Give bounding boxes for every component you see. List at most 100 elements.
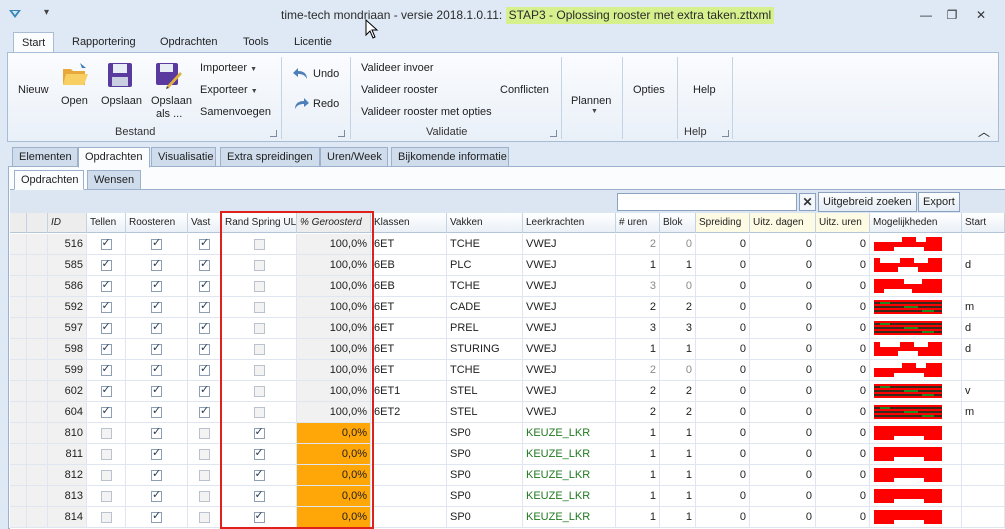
cell-blok[interactable]: 1: [660, 423, 696, 444]
cell-id[interactable]: 599: [48, 360, 87, 381]
cell-uitz-dagen[interactable]: 0: [750, 402, 816, 423]
col-blok[interactable]: Blok: [660, 213, 696, 233]
cell-id[interactable]: 812: [48, 465, 87, 486]
col-pct-geroosterd[interactable]: % Geroosterd: [297, 213, 371, 233]
col-uren[interactable]: # uren: [616, 213, 660, 233]
cell-uren[interactable]: 1: [616, 444, 660, 465]
cell-uitz-uren[interactable]: 0: [816, 339, 870, 360]
table-row[interactable]: 812 ✓ ✓ 0,0% SP0 KEUZE_LKR 1 1 0 0 0: [10, 465, 1005, 486]
checkbox-vast[interactable]: ✓: [199, 237, 210, 250]
checkbox-tellen[interactable]: [100, 491, 112, 502]
cell-klas[interactable]: [371, 444, 447, 465]
cell-vak[interactable]: STEL: [447, 402, 523, 423]
cell-spreiding[interactable]: 0: [696, 444, 750, 465]
cell-mogelijkheden[interactable]: [870, 402, 962, 423]
cell-pct[interactable]: 0,0%: [297, 444, 371, 465]
cell-pct[interactable]: 100,0%: [297, 297, 371, 318]
checkbox-vast[interactable]: ✓: [199, 258, 210, 271]
cell-uitz-dagen[interactable]: 0: [750, 486, 816, 507]
cell-id[interactable]: 597: [48, 318, 87, 339]
checkbox-vast[interactable]: [199, 428, 210, 439]
cell-id[interactable]: 810: [48, 423, 87, 444]
open-folder-icon[interactable]: [60, 60, 90, 90]
cell-uitz-uren[interactable]: 0: [816, 444, 870, 465]
checkbox-roosteren[interactable]: ✓: [151, 237, 162, 250]
opslaan-button[interactable]: Opslaan: [101, 95, 142, 107]
checkbox-vast[interactable]: ✓: [199, 321, 210, 334]
checkbox-roosteren[interactable]: ✓: [151, 489, 162, 502]
cell-leerkracht[interactable]: KEUZE_LKR: [523, 423, 616, 444]
cell-leerkracht[interactable]: VWEJ: [523, 339, 616, 360]
cell-pct[interactable]: 100,0%: [297, 276, 371, 297]
cell-blok[interactable]: 2: [660, 381, 696, 402]
checkbox-vast[interactable]: ✓: [199, 363, 210, 376]
valideer-invoer-button[interactable]: Valideer invoer: [361, 62, 434, 74]
save-as-icon[interactable]: [153, 60, 183, 90]
cell-uren[interactable]: 1: [616, 465, 660, 486]
cell-pct[interactable]: 0,0%: [297, 423, 371, 444]
cell-leerkracht[interactable]: KEUZE_LKR: [523, 507, 616, 528]
checkbox-tellen[interactable]: ✓: [100, 384, 112, 397]
cell-start[interactable]: d: [962, 318, 1005, 339]
cell-klas[interactable]: [371, 507, 447, 528]
table-row[interactable]: 814 ✓ ✓ 0,0% SP0 KEUZE_LKR 1 1 0 0 0: [10, 507, 1005, 528]
checkbox-rand[interactable]: [253, 386, 265, 397]
checkbox-rand[interactable]: ✓: [253, 510, 265, 523]
cell-uitz-dagen[interactable]: 0: [750, 276, 816, 297]
cell-leerkracht[interactable]: VWEJ: [523, 234, 616, 255]
cell-uitz-uren[interactable]: 0: [816, 423, 870, 444]
cell-start[interactable]: [962, 234, 1005, 255]
cell-spreiding[interactable]: 0: [696, 402, 750, 423]
cell-leerkracht[interactable]: KEUZE_LKR: [523, 486, 616, 507]
cell-uitz-uren[interactable]: 0: [816, 255, 870, 276]
cell-id[interactable]: 811: [48, 444, 87, 465]
cell-blok[interactable]: 2: [660, 402, 696, 423]
cell-spreiding[interactable]: 0: [696, 507, 750, 528]
col-vakken[interactable]: Vakken: [447, 213, 523, 233]
cell-blok[interactable]: 1: [660, 465, 696, 486]
cell-blok[interactable]: 1: [660, 339, 696, 360]
tab-opdrachten[interactable]: Opdrachten: [160, 34, 217, 52]
cell-leerkracht[interactable]: VWEJ: [523, 360, 616, 381]
tab-licentie[interactable]: Licentie: [294, 34, 332, 52]
app-menu-icon[interactable]: [8, 9, 22, 19]
table-row[interactable]: 597 ✓ ✓ ✓ 100,0% 6ET PREL VWEJ 3 3 0 0 0 d: [10, 318, 1005, 339]
opslaan-als-label-1[interactable]: Opslaan: [151, 95, 192, 107]
cell-uitz-dagen[interactable]: 0: [750, 339, 816, 360]
cell-uitz-dagen[interactable]: 0: [750, 255, 816, 276]
checkbox-tellen[interactable]: [100, 428, 112, 439]
table-row[interactable]: 810 ✓ ✓ 0,0% SP0 KEUZE_LKR 1 1 0 0 0: [10, 423, 1005, 444]
open-button[interactable]: Open: [61, 95, 88, 107]
checkbox-tellen[interactable]: ✓: [100, 279, 112, 292]
cell-leerkracht[interactable]: VWEJ: [523, 381, 616, 402]
search-input[interactable]: [617, 193, 797, 211]
cell-start[interactable]: [962, 486, 1005, 507]
checkbox-tellen[interactable]: ✓: [100, 321, 112, 334]
table-row[interactable]: 811 ✓ ✓ 0,0% SP0 KEUZE_LKR 1 1 0 0 0: [10, 444, 1005, 465]
cell-start[interactable]: m: [962, 297, 1005, 318]
col-klassen[interactable]: Klassen: [371, 213, 447, 233]
checkbox-tellen[interactable]: ✓: [100, 342, 112, 355]
cell-start[interactable]: [962, 507, 1005, 528]
checkbox-rand[interactable]: [253, 281, 265, 292]
cell-mogelijkheden[interactable]: [870, 234, 962, 255]
undo-button[interactable]: Undo: [313, 68, 339, 80]
cell-pct[interactable]: 0,0%: [297, 465, 371, 486]
checkbox-rand[interactable]: [253, 239, 265, 250]
table-row[interactable]: 604 ✓ ✓ ✓ 100,0% 6ET2 STEL VWEJ 2 2 0 0 0 m: [10, 402, 1005, 423]
cell-uitz-dagen[interactable]: 0: [750, 423, 816, 444]
cell-uitz-uren[interactable]: 0: [816, 486, 870, 507]
cell-spreiding[interactable]: 0: [696, 318, 750, 339]
cell-klas[interactable]: 6ET: [371, 360, 447, 381]
cell-id[interactable]: 604: [48, 402, 87, 423]
checkbox-tellen[interactable]: [100, 512, 112, 523]
valideer-rooster-button[interactable]: Valideer rooster: [361, 84, 438, 96]
cell-id[interactable]: 598: [48, 339, 87, 360]
cell-uitz-uren[interactable]: 0: [816, 507, 870, 528]
cell-uitz-uren[interactable]: 0: [816, 360, 870, 381]
checkbox-vast[interactable]: ✓: [199, 384, 210, 397]
cell-uren[interactable]: 3: [616, 318, 660, 339]
cell-start[interactable]: d: [962, 255, 1005, 276]
cell-pct[interactable]: 100,0%: [297, 318, 371, 339]
col-tellen[interactable]: Tellen: [87, 213, 126, 233]
